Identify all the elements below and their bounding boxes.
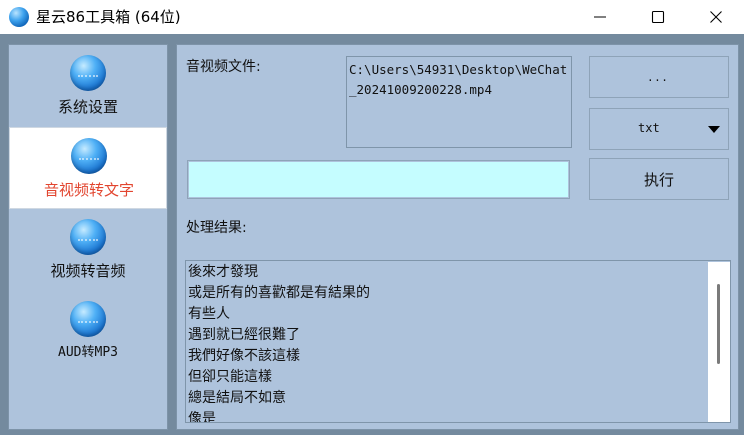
sidebar-item-label: 系统设置 bbox=[57, 98, 118, 116]
result-textarea[interactable]: 後來才發現 或是所有的喜歡都是有結果的 有些人 遇到就已經很難了 我們好像不該這… bbox=[185, 260, 731, 423]
globe-icon bbox=[70, 301, 106, 337]
format-select-value: txt bbox=[638, 121, 660, 135]
maximize-button[interactable] bbox=[629, 0, 687, 34]
browse-button[interactable]: ... bbox=[589, 56, 729, 98]
sidebar-item-label: AUD转MP3 bbox=[58, 345, 118, 360]
app-globe-icon bbox=[9, 7, 29, 27]
result-line: 遇到就已經很難了 bbox=[188, 327, 300, 343]
file-label: 音视频文件: bbox=[186, 59, 261, 75]
main-panel: 音视频文件: C:\Users\54931\Desktop\WeChat_202… bbox=[176, 44, 739, 430]
title-bar: 星云86工具箱 (64位) bbox=[0, 0, 744, 34]
close-icon bbox=[710, 11, 722, 23]
globe-icon bbox=[70, 55, 106, 91]
window-title: 星云86工具箱 (64位) bbox=[36, 8, 181, 26]
sidebar-item-audio-video-to-text[interactable]: 音视频转文字 bbox=[9, 127, 167, 209]
progress-bar bbox=[187, 160, 570, 199]
format-select[interactable]: txt bbox=[589, 108, 729, 150]
sidebar-nav: 系统设置 音视频转文字 视频转音频 AUD转MP3 bbox=[8, 44, 168, 430]
sidebar-item-label: 视频转音频 bbox=[50, 262, 126, 280]
result-scrollbar[interactable] bbox=[708, 262, 730, 422]
scrollbar-thumb[interactable] bbox=[717, 284, 720, 364]
close-button[interactable] bbox=[687, 0, 744, 34]
result-line: 我們好像不該這樣 bbox=[188, 348, 300, 364]
result-label: 处理结果: bbox=[186, 220, 247, 236]
run-button[interactable]: 执行 bbox=[589, 158, 729, 200]
result-line: 有些人 bbox=[188, 306, 230, 322]
minimize-icon bbox=[594, 16, 606, 18]
result-line: 總是結局不如意 bbox=[188, 390, 286, 406]
result-line: 但卻只能這樣 bbox=[188, 369, 272, 385]
sidebar-item-label: 音视频转文字 bbox=[43, 181, 134, 199]
globe-icon bbox=[70, 219, 106, 255]
result-line: 或是所有的喜歡都是有結果的 bbox=[188, 285, 370, 301]
chevron-down-icon bbox=[708, 126, 720, 133]
sidebar-item-system-settings[interactable]: 系统设置 bbox=[9, 45, 167, 127]
maximize-icon bbox=[651, 10, 665, 24]
result-line: 像是 bbox=[188, 411, 216, 423]
result-line: 後來才發現 bbox=[188, 264, 258, 280]
globe-icon bbox=[71, 138, 107, 174]
sidebar-item-video-to-audio[interactable]: 视频转音频 bbox=[9, 209, 167, 291]
file-path-field[interactable]: C:\Users\54931\Desktop\WeChat_2024100920… bbox=[346, 56, 572, 148]
progress-fill bbox=[189, 162, 568, 197]
minimize-button[interactable] bbox=[571, 0, 629, 34]
sidebar-item-aud-to-mp3[interactable]: AUD转MP3 bbox=[9, 291, 167, 373]
